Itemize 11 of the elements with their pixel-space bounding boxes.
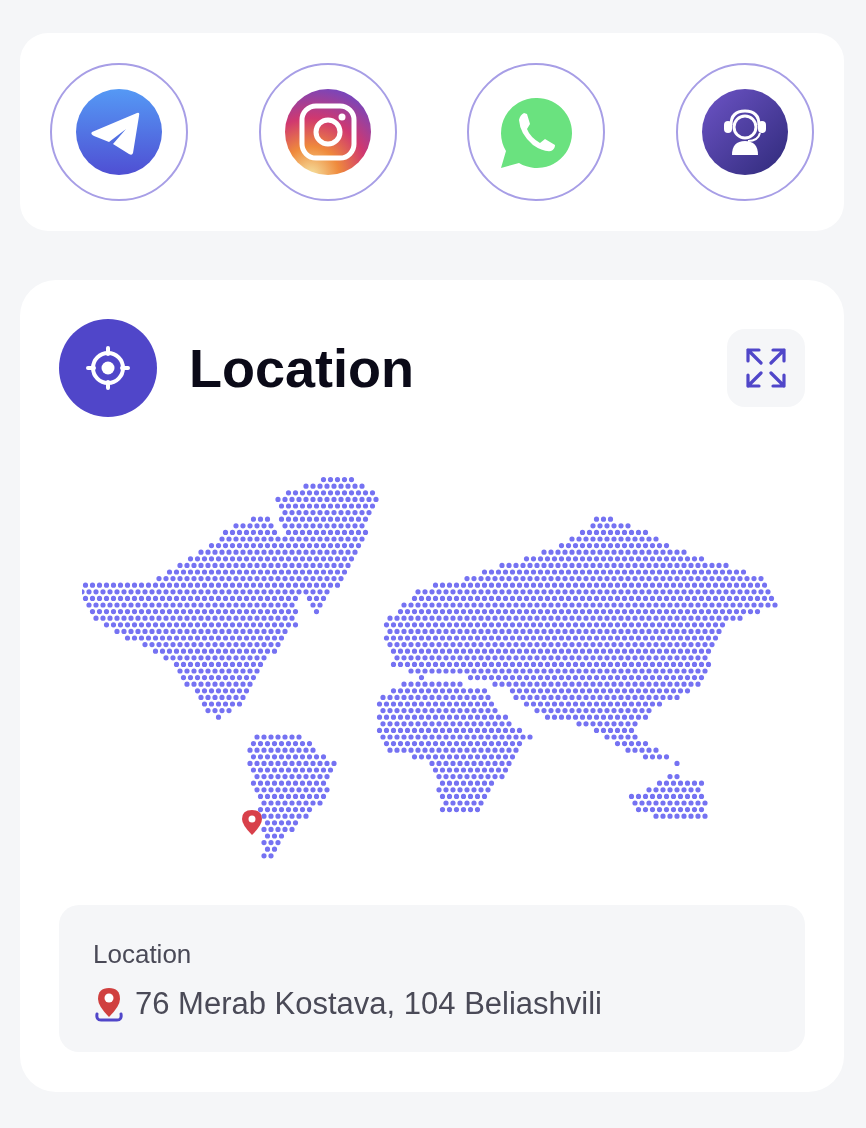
location-pin-icon bbox=[93, 986, 125, 1022]
expand-icon bbox=[745, 347, 787, 389]
target-icon bbox=[59, 319, 157, 417]
card-title: Location bbox=[189, 337, 415, 399]
paper-plane-icon bbox=[76, 89, 162, 175]
camera-icon bbox=[284, 89, 371, 175]
headset-person-icon bbox=[701, 89, 788, 175]
expand-button[interactable] bbox=[727, 329, 805, 407]
address-label: Location bbox=[93, 939, 193, 970]
address-text: 76 Merab Kostava, 104 Beliashvili bbox=[135, 986, 602, 1022]
map-pin-icon bbox=[242, 810, 262, 835]
